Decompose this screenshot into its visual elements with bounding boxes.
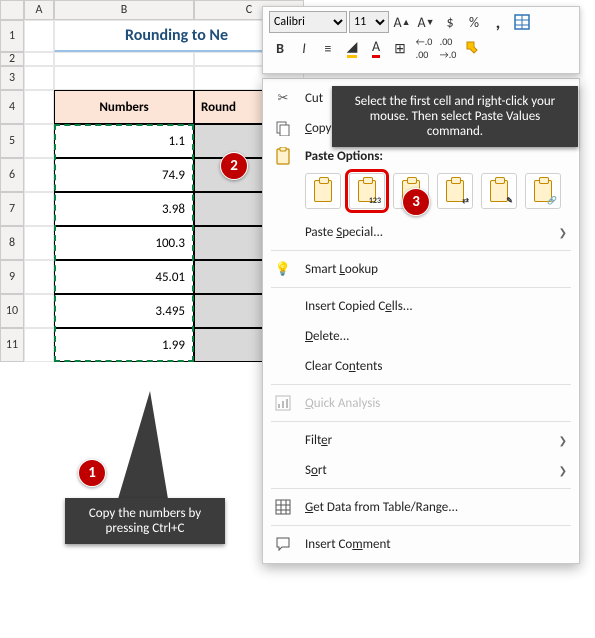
quick-analysis-icon <box>273 395 293 411</box>
percent-button[interactable]: % <box>463 11 485 33</box>
cell-A8[interactable] <box>24 226 54 260</box>
row-header-3[interactable]: 3 <box>0 66 24 90</box>
paste-link-button[interactable]: 🔗 <box>525 173 561 209</box>
select-all-corner[interactable] <box>0 0 24 20</box>
ctx-delete[interactable]: Delete... <box>263 321 579 351</box>
fill-color-button[interactable]: ◢ <box>341 37 363 59</box>
row-header-1[interactable]: 1 <box>0 20 24 52</box>
cell-A10[interactable] <box>24 294 54 328</box>
separator <box>271 525 571 526</box>
separator <box>271 421 571 422</box>
decrease-decimal-button[interactable]: .00→.0 <box>437 37 459 59</box>
separator <box>271 250 571 251</box>
cell-B11[interactable]: 1.99 <box>54 328 194 362</box>
paintbrush-icon <box>464 40 480 56</box>
lightbulb-icon: 💡 <box>273 262 293 277</box>
row-headers: 1 2 3 4 5 6 7 8 9 10 11 <box>0 20 24 362</box>
format-painter-button[interactable] <box>461 37 483 59</box>
cell-A11[interactable] <box>24 328 54 362</box>
ctx-insert-cells[interactable]: Insert Copied Cells... <box>263 291 579 321</box>
clipboard-icon <box>273 147 293 165</box>
comment-icon <box>273 536 293 552</box>
paste-normal-button[interactable] <box>305 173 341 209</box>
cell-B5[interactable]: 1.1 <box>54 124 194 158</box>
cell-A1[interactable] <box>24 20 54 52</box>
chevron-right-icon: ❯ <box>559 226 567 239</box>
step-badge-1: 1 <box>78 459 106 487</box>
cell-A5[interactable] <box>24 124 54 158</box>
header-numbers[interactable]: Numbers <box>54 90 194 124</box>
border-button[interactable]: ⊞ <box>389 37 411 59</box>
mini-toolbar: Calibri 11 A▲ A▼ $ % , B I ≡ ◢ A ⊞ ←.0.0… <box>262 6 580 74</box>
cell-A7[interactable] <box>24 192 54 226</box>
paste-values-button[interactable]: 123 <box>349 173 385 209</box>
ctx-clear-contents[interactable]: Clear Contents <box>263 351 579 381</box>
shrink-font-button[interactable]: A▼ <box>415 11 437 33</box>
cell-B9[interactable]: 45.01 <box>54 260 194 294</box>
paste-transpose-button[interactable]: ⇄ <box>437 173 473 209</box>
step-badge-2: 2 <box>220 152 248 180</box>
cell-B3[interactable] <box>54 66 194 90</box>
callout-paste-instruction: Select the first cell and right-click yo… <box>332 86 578 147</box>
cell-A9[interactable] <box>24 260 54 294</box>
cell-A6[interactable] <box>24 158 54 192</box>
ctx-filter[interactable]: Filter ❯ <box>263 425 579 455</box>
row-header-4[interactable]: 4 <box>0 90 24 124</box>
currency-button[interactable]: $ <box>439 11 461 33</box>
ctx-insert-comment[interactable]: Insert Comment <box>263 529 579 559</box>
paste-formatting-button[interactable]: ✎ <box>481 173 517 209</box>
chevron-right-icon: ❯ <box>559 464 567 477</box>
separator <box>271 287 571 288</box>
cell-B6[interactable]: 74.9 <box>54 158 194 192</box>
cell-B2[interactable] <box>54 52 194 66</box>
table-format-button[interactable] <box>511 11 533 33</box>
copy-icon <box>273 120 293 136</box>
row-header-11[interactable]: 11 <box>0 328 24 362</box>
increase-decimal-button[interactable]: ←.0.00 <box>413 37 435 59</box>
col-header-B[interactable]: B <box>54 0 194 20</box>
copy-label-rest: opy <box>312 121 332 136</box>
bold-button[interactable]: B <box>269 37 291 59</box>
font-size-select[interactable]: 11 <box>349 11 389 33</box>
callout-copy-instruction: Copy the numbers by pressing Ctrl+C <box>65 498 225 544</box>
callout-arrow-1 <box>118 391 168 499</box>
italic-button[interactable]: I <box>293 37 315 59</box>
row-header-6[interactable]: 6 <box>0 158 24 192</box>
row-header-7[interactable]: 7 <box>0 192 24 226</box>
scissors-icon: ✂ <box>273 91 293 106</box>
column-headers: A B C <box>0 0 304 20</box>
ctx-smart-lookup[interactable]: 💡 Smart Lookup <box>263 254 579 284</box>
font-select[interactable]: Calibri <box>269 11 347 33</box>
row-header-10[interactable]: 10 <box>0 294 24 328</box>
step-badge-3: 3 <box>402 188 430 216</box>
ctx-get-data[interactable]: Get Data from Table/Range... <box>263 492 579 522</box>
font-color-button[interactable]: A <box>365 37 387 59</box>
cell-B7[interactable]: 3.98 <box>54 192 194 226</box>
table-icon <box>514 14 530 30</box>
row-header-5[interactable]: 5 <box>0 124 24 158</box>
cell-A2[interactable] <box>24 52 54 66</box>
cell-A3[interactable] <box>24 66 54 90</box>
row-header-8[interactable]: 8 <box>0 226 24 260</box>
table-icon <box>273 499 293 515</box>
comma-button[interactable]: , <box>487 11 509 33</box>
cell-A4[interactable] <box>24 90 54 124</box>
cell-B8[interactable]: 100.3 <box>54 226 194 260</box>
separator <box>271 488 571 489</box>
ctx-paste-special[interactable]: Paste Special... ❯ <box>263 217 579 247</box>
row-header-2[interactable]: 2 <box>0 52 24 66</box>
ctx-quick-analysis: Quick Analysis <box>263 388 579 418</box>
grow-font-button[interactable]: A▲ <box>391 11 413 33</box>
ctx-sort[interactable]: Sort ❯ <box>263 455 579 485</box>
separator <box>271 384 571 385</box>
chevron-right-icon: ❯ <box>559 434 567 447</box>
align-button[interactable]: ≡ <box>317 37 339 59</box>
row-header-9[interactable]: 9 <box>0 260 24 294</box>
cell-B10[interactable]: 3.495 <box>54 294 194 328</box>
col-header-A[interactable]: A <box>24 0 54 20</box>
context-menu: ✂ Cut Copy Paste Options: 123 fx ⇄ ✎ 🔗 P… <box>262 78 580 564</box>
